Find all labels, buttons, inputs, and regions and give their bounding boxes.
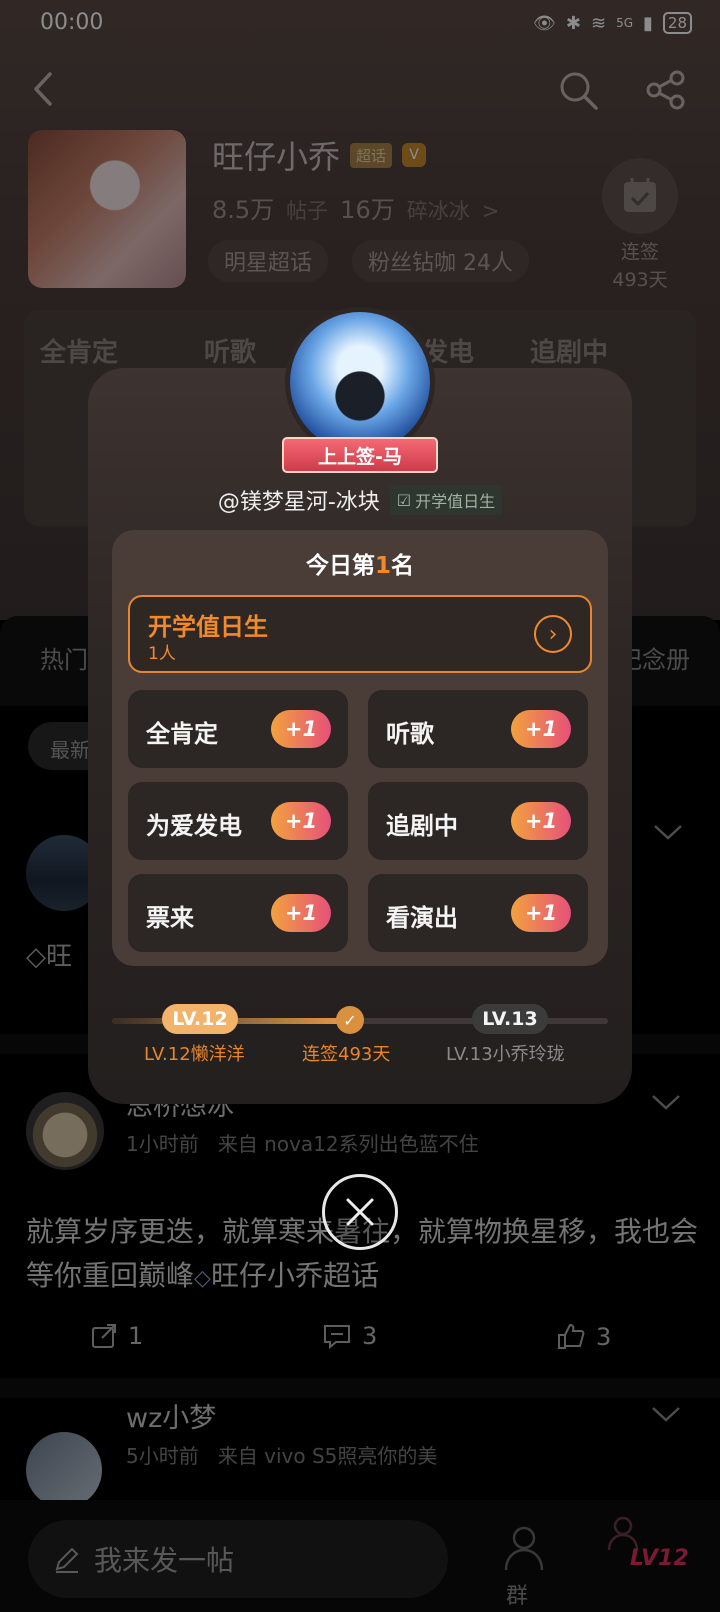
plus-one-button[interactable]: +1 bbox=[511, 802, 571, 840]
tag-label: 看演出 bbox=[386, 904, 458, 932]
tag-label: 全肯定 bbox=[146, 720, 218, 748]
plus-one-button[interactable]: +1 bbox=[271, 710, 331, 748]
plus-one-button[interactable]: +1 bbox=[271, 802, 331, 840]
tag-label: 追剧中 bbox=[386, 812, 458, 840]
username[interactable]: @镁梦星河-冰块 bbox=[218, 484, 380, 516]
current-level-pill: LV.12 bbox=[162, 1004, 238, 1034]
fortune-ribbon: 上上签-马 bbox=[282, 437, 438, 473]
user-avatar[interactable] bbox=[285, 307, 435, 457]
plus-one-button[interactable]: +1 bbox=[271, 894, 331, 932]
tag-label: 票来 bbox=[146, 904, 194, 932]
tag-label: 为爱发电 bbox=[146, 812, 242, 840]
rank-suffix: 名 bbox=[391, 553, 414, 579]
calendar-check-icon: ☑ bbox=[396, 490, 412, 510]
next-level-pill: LV.13 bbox=[472, 1004, 548, 1034]
username-row: @镁梦星河-冰块 ☑ 开学值日生 bbox=[0, 484, 720, 516]
plus-one-button[interactable]: +1 bbox=[511, 710, 571, 748]
close-button[interactable] bbox=[322, 1174, 398, 1250]
duty-title: 开学值日生 bbox=[148, 613, 268, 641]
rank-prefix: 今日第 bbox=[305, 553, 375, 579]
duty-student-card[interactable]: 开学值日生 1人 › bbox=[128, 595, 592, 673]
tag-label: 听歌 bbox=[386, 720, 434, 748]
user-title-tag: ☑ 开学值日生 bbox=[389, 485, 503, 515]
duty-count: 1人 bbox=[148, 644, 176, 664]
user-title-text: 开学值日生 bbox=[415, 492, 496, 511]
current-level-label: LV.12懒洋洋 bbox=[144, 1044, 245, 1065]
next-level-label: LV.13小乔玲珑 bbox=[446, 1044, 565, 1065]
plus-one-button[interactable]: +1 bbox=[511, 894, 571, 932]
today-rank: 今日第1名 bbox=[112, 546, 608, 580]
tag-vote-cell: 追剧中 +1 bbox=[368, 782, 588, 860]
tag-vote-cell: 看演出 +1 bbox=[368, 874, 588, 952]
tag-vote-cell: 为爱发电 +1 bbox=[128, 782, 348, 860]
chevron-right-icon[interactable]: › bbox=[534, 615, 572, 653]
streak-label: 连签493天 bbox=[302, 1044, 391, 1065]
close-icon bbox=[346, 1198, 374, 1226]
tag-vote-cell: 听歌 +1 bbox=[368, 690, 588, 768]
rank-number: 1 bbox=[374, 553, 391, 579]
tag-vote-cell: 票来 +1 bbox=[128, 874, 348, 952]
check-icon: ✓ bbox=[336, 1006, 364, 1034]
tag-vote-cell: 全肯定 +1 bbox=[128, 690, 348, 768]
